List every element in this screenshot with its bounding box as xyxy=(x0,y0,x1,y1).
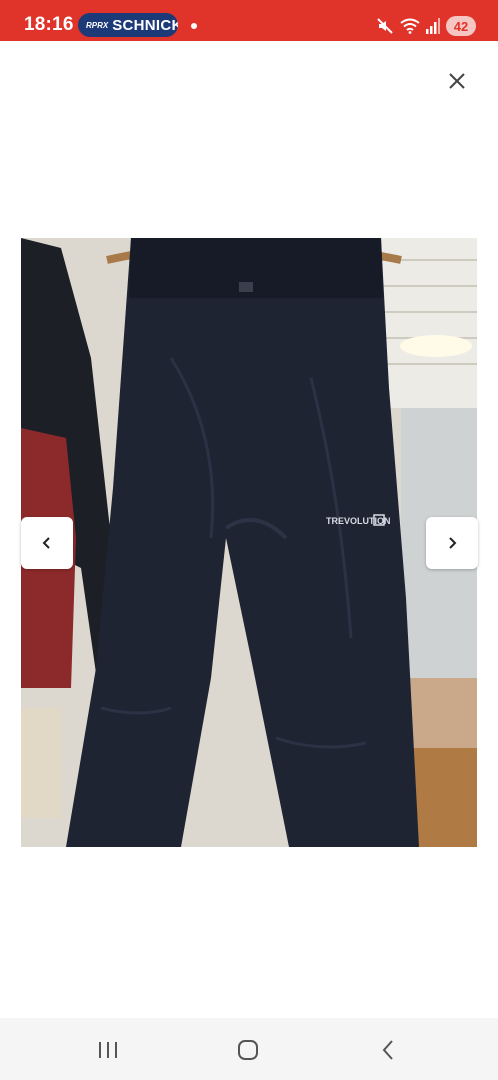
chevron-right-icon xyxy=(449,537,457,549)
previous-image-button[interactable] xyxy=(21,517,73,569)
recents-button[interactable] xyxy=(94,1036,122,1064)
status-bar: 18:16 RPRX SCHNICK 42 xyxy=(0,0,498,41)
next-image-button[interactable] xyxy=(426,517,478,569)
app-badge-prefix: RPRX xyxy=(86,20,109,30)
mute-icon xyxy=(376,17,394,35)
battery-icon: 42 xyxy=(446,16,476,36)
app-badge-name: SCHNICK xyxy=(112,16,178,34)
back-button[interactable] xyxy=(374,1036,402,1064)
wifi-icon xyxy=(400,18,420,34)
app-badge: RPRX SCHNICK xyxy=(78,13,178,37)
chevron-left-icon xyxy=(42,537,50,549)
product-photo[interactable]: TREVOLUTION xyxy=(21,238,477,847)
back-icon xyxy=(382,1040,393,1060)
close-button[interactable] xyxy=(440,64,474,98)
signal-icon xyxy=(426,18,440,34)
close-icon xyxy=(449,73,465,89)
home-icon xyxy=(238,1040,258,1060)
home-button[interactable] xyxy=(234,1036,262,1064)
notification-dot xyxy=(191,23,197,29)
recents-icon xyxy=(99,1042,117,1058)
status-time: 18:16 xyxy=(24,14,74,35)
status-icons: 42 xyxy=(376,14,476,38)
